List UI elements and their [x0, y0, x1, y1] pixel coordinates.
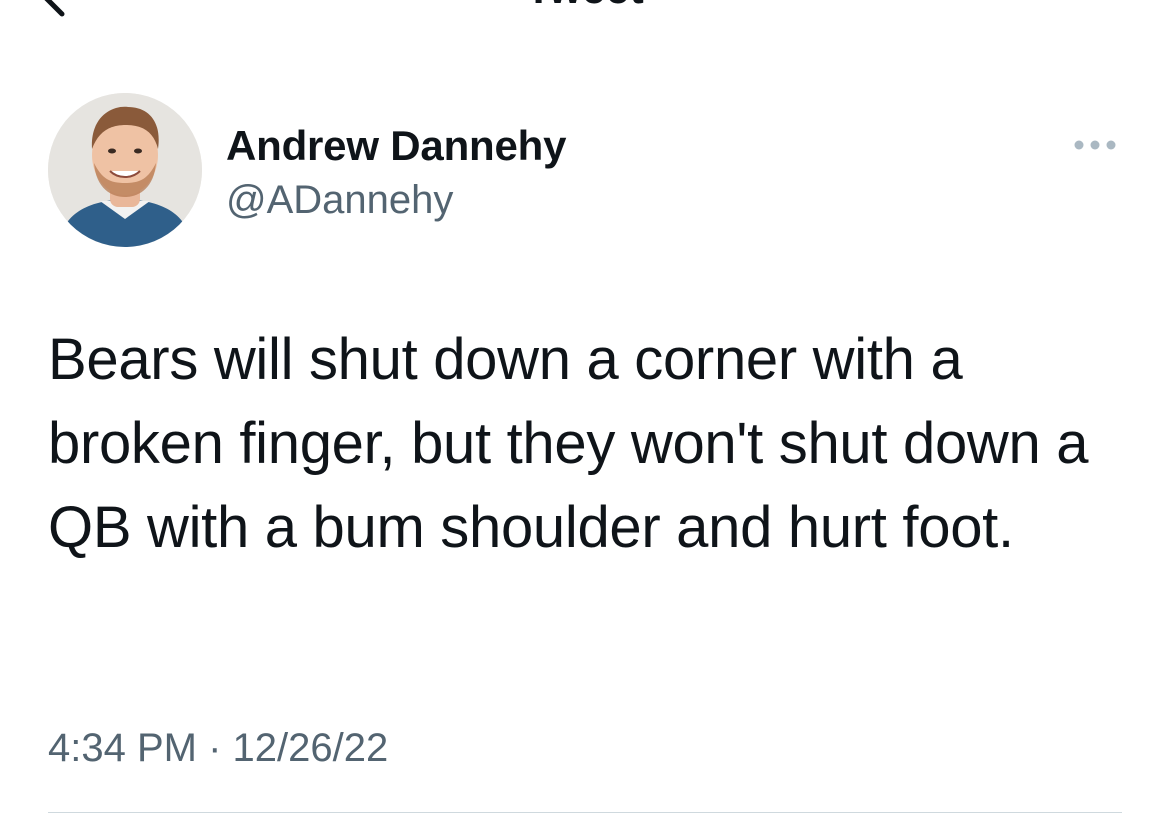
tweet-timestamp[interactable]: 4:34 PM · 12/26/22 [48, 722, 388, 774]
avatar-image [48, 93, 202, 247]
tweet-date: 12/26/22 [232, 726, 389, 770]
author-name[interactable]: Andrew Dannehy [226, 122, 566, 170]
tweet-text: Bears will shut down a corner with a bro… [48, 327, 1089, 560]
more-options-button[interactable] [1070, 130, 1120, 160]
tweet-time: 4:34 PM [48, 726, 197, 770]
divider [48, 812, 1122, 813]
author-handle[interactable]: @ADannehy [226, 176, 453, 224]
tweet-screen: Tweet Andrew Dannehy @ADannehy [0, 0, 1170, 828]
more-horizontal-icon [1074, 140, 1116, 150]
page-title: Tweet [0, 0, 1170, 10]
avatar[interactable] [48, 93, 202, 247]
timestamp-separator: · [208, 726, 222, 770]
